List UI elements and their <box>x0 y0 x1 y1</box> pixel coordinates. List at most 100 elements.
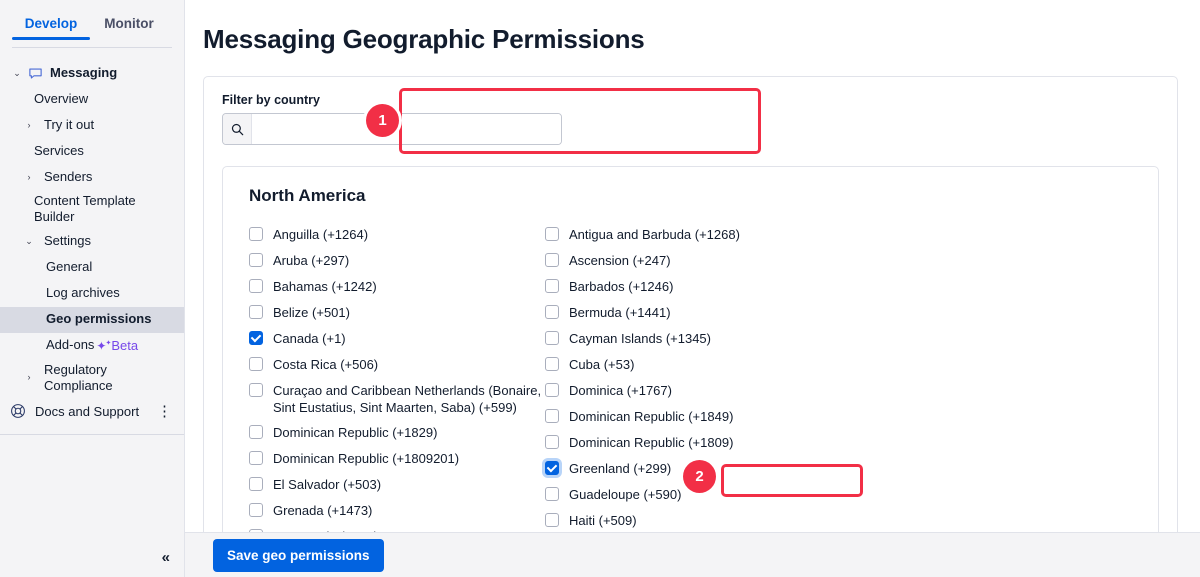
sidebar-item-senders[interactable]: › Senders <box>0 164 184 190</box>
country-checkbox[interactable] <box>545 409 559 423</box>
country-label: Costa Rica (+506) <box>273 356 378 373</box>
search-input[interactable] <box>252 114 561 144</box>
save-geo-permissions-button[interactable]: Save geo permissions <box>213 539 384 572</box>
sidebar-item-label: Overview <box>34 91 88 107</box>
country-checkbox[interactable] <box>249 331 263 345</box>
country-row[interactable]: Anguilla (+1264) <box>249 226 545 244</box>
country-row[interactable]: Aruba (+297) <box>249 252 545 270</box>
country-label: Dominican Republic (+1849) <box>569 408 733 425</box>
country-checkbox[interactable] <box>249 383 263 397</box>
chevron-right-icon: › <box>22 173 36 182</box>
chevron-right-icon: › <box>22 121 36 130</box>
country-column-right: Antigua and Barbuda (+1268) Ascension (+2… <box>545 226 875 554</box>
country-checkbox[interactable] <box>249 305 263 319</box>
sidebar-item-docs-and-support[interactable]: Docs and Support ⋮ <box>0 397 184 428</box>
annotation-badge-1: 1 <box>366 104 399 137</box>
country-row[interactable]: Grenada (+1473) <box>249 502 545 520</box>
country-row[interactable]: Dominican Republic (+1809201) <box>249 450 545 468</box>
country-row[interactable]: Antigua and Barbuda (+1268) <box>545 226 875 244</box>
country-label: Dominica (+1767) <box>569 382 672 399</box>
region-title: North America <box>223 167 1158 206</box>
country-checkbox[interactable] <box>249 227 263 241</box>
country-row[interactable]: Canada (+1) <box>249 330 545 348</box>
country-label: Bermuda (+1441) <box>569 304 671 321</box>
sidebar-item-overview[interactable]: Overview <box>0 86 184 112</box>
country-label: El Salvador (+503) <box>273 476 381 493</box>
country-checkbox[interactable] <box>249 503 263 517</box>
app-root: Develop Monitor ⌄ Messaging Overview › T… <box>0 0 1200 577</box>
country-checkbox[interactable] <box>545 331 559 345</box>
country-row[interactable]: Ascension (+247) <box>545 252 875 270</box>
sidebar-item-label: Try it out <box>44 117 94 133</box>
sparkle-icon: ✦✦ <box>96 339 110 353</box>
country-checkbox[interactable] <box>249 253 263 267</box>
sidebar-item-label: Messaging <box>50 65 117 81</box>
sidebar-item-geo-permissions[interactable]: Geo permissions <box>0 307 184 333</box>
country-label: Canada (+1) <box>273 330 346 347</box>
country-row[interactable]: Barbados (+1246) <box>545 278 875 296</box>
sidebar-item-regulatory-compliance[interactable]: › Regulatory Compliance <box>0 359 184 398</box>
sidebar-item-settings[interactable]: ⌄ Settings <box>0 229 184 255</box>
country-label: Curaçao and Caribbean Netherlands (Bonai… <box>273 382 545 416</box>
country-row[interactable]: Belize (+501) <box>249 304 545 322</box>
sidebar-collapse-button[interactable]: « <box>0 537 184 577</box>
beta-badge: Beta <box>111 338 138 353</box>
country-row[interactable]: Dominica (+1767) <box>545 382 875 400</box>
country-label: Cayman Islands (+1345) <box>569 330 711 347</box>
sidebar-nav: ⌄ Messaging Overview › Try it out Servic… <box>0 48 184 435</box>
country-row[interactable]: Curaçao and Caribbean Netherlands (Bonai… <box>249 382 545 416</box>
country-label: Dominican Republic (+1829) <box>273 424 437 441</box>
country-checkbox[interactable] <box>249 425 263 439</box>
country-label: Grenada (+1473) <box>273 502 372 519</box>
country-label: Bahamas (+1242) <box>273 278 377 295</box>
country-checkbox[interactable] <box>545 461 559 475</box>
page-title: Messaging Geographic Permissions <box>185 0 1200 55</box>
sidebar-item-services[interactable]: Services <box>0 138 184 164</box>
country-row[interactable]: Bahamas (+1242) <box>249 278 545 296</box>
search-icon[interactable] <box>223 114 252 144</box>
sidebar-item-add-ons[interactable]: Add-ons ✦✦ Beta <box>0 333 184 359</box>
tab-develop[interactable]: Develop <box>12 16 90 40</box>
country-checkbox[interactable] <box>249 477 263 491</box>
country-checkbox[interactable] <box>545 487 559 501</box>
country-checkbox[interactable] <box>249 357 263 371</box>
sidebar-item-label: Content Template Builder <box>34 193 160 226</box>
country-row[interactable]: El Salvador (+503) <box>249 476 545 494</box>
country-checkbox[interactable] <box>545 305 559 319</box>
country-checkbox[interactable] <box>545 435 559 449</box>
country-checkbox[interactable] <box>545 279 559 293</box>
sidebar-tabs: Develop Monitor <box>0 0 184 48</box>
country-checkbox[interactable] <box>545 227 559 241</box>
country-row[interactable]: Dominican Republic (+1809) <box>545 434 875 452</box>
sidebar-item-general[interactable]: General <box>0 255 184 281</box>
country-row[interactable]: Cuba (+53) <box>545 356 875 374</box>
sidebar-item-messaging[interactable]: ⌄ Messaging <box>0 60 184 86</box>
annotation-badge-2: 2 <box>683 460 716 493</box>
country-row[interactable]: Haiti (+509) <box>545 512 875 530</box>
filter-label: Filter by country <box>222 93 1177 107</box>
sidebar-item-label: Add-ons <box>46 337 94 353</box>
country-row[interactable]: Costa Rica (+506) <box>249 356 545 374</box>
region-card: North America Anguilla (+1264) Aruba (+29… <box>222 166 1159 577</box>
sidebar-item-content-template-builder[interactable]: Content Template Builder <box>0 190 170 229</box>
sidebar-item-label: Docs and Support <box>35 404 139 420</box>
country-row[interactable]: Dominican Republic (+1849) <box>545 408 875 426</box>
sidebar-item-try-it-out[interactable]: › Try it out <box>0 112 184 138</box>
kebab-menu-icon[interactable]: ⋮ <box>157 407 172 418</box>
country-checkbox[interactable] <box>545 383 559 397</box>
country-checkbox[interactable] <box>545 253 559 267</box>
country-checkbox[interactable] <box>545 357 559 371</box>
country-label: Antigua and Barbuda (+1268) <box>569 226 740 243</box>
country-row[interactable]: Bermuda (+1441) <box>545 304 875 322</box>
lifebuoy-icon <box>10 403 26 422</box>
sidebar: Develop Monitor ⌄ Messaging Overview › T… <box>0 0 185 577</box>
country-row[interactable]: Dominican Republic (+1829) <box>249 424 545 442</box>
country-checkbox[interactable] <box>249 451 263 465</box>
country-checkbox[interactable] <box>249 279 263 293</box>
country-checkbox[interactable] <box>545 513 559 527</box>
sidebar-item-label: Senders <box>44 169 92 185</box>
country-columns: Anguilla (+1264) Aruba (+297) Bahamas (+12… <box>223 206 1158 554</box>
tab-monitor[interactable]: Monitor <box>90 16 168 40</box>
country-row[interactable]: Cayman Islands (+1345) <box>545 330 875 348</box>
sidebar-item-log-archives[interactable]: Log archives <box>0 281 184 307</box>
